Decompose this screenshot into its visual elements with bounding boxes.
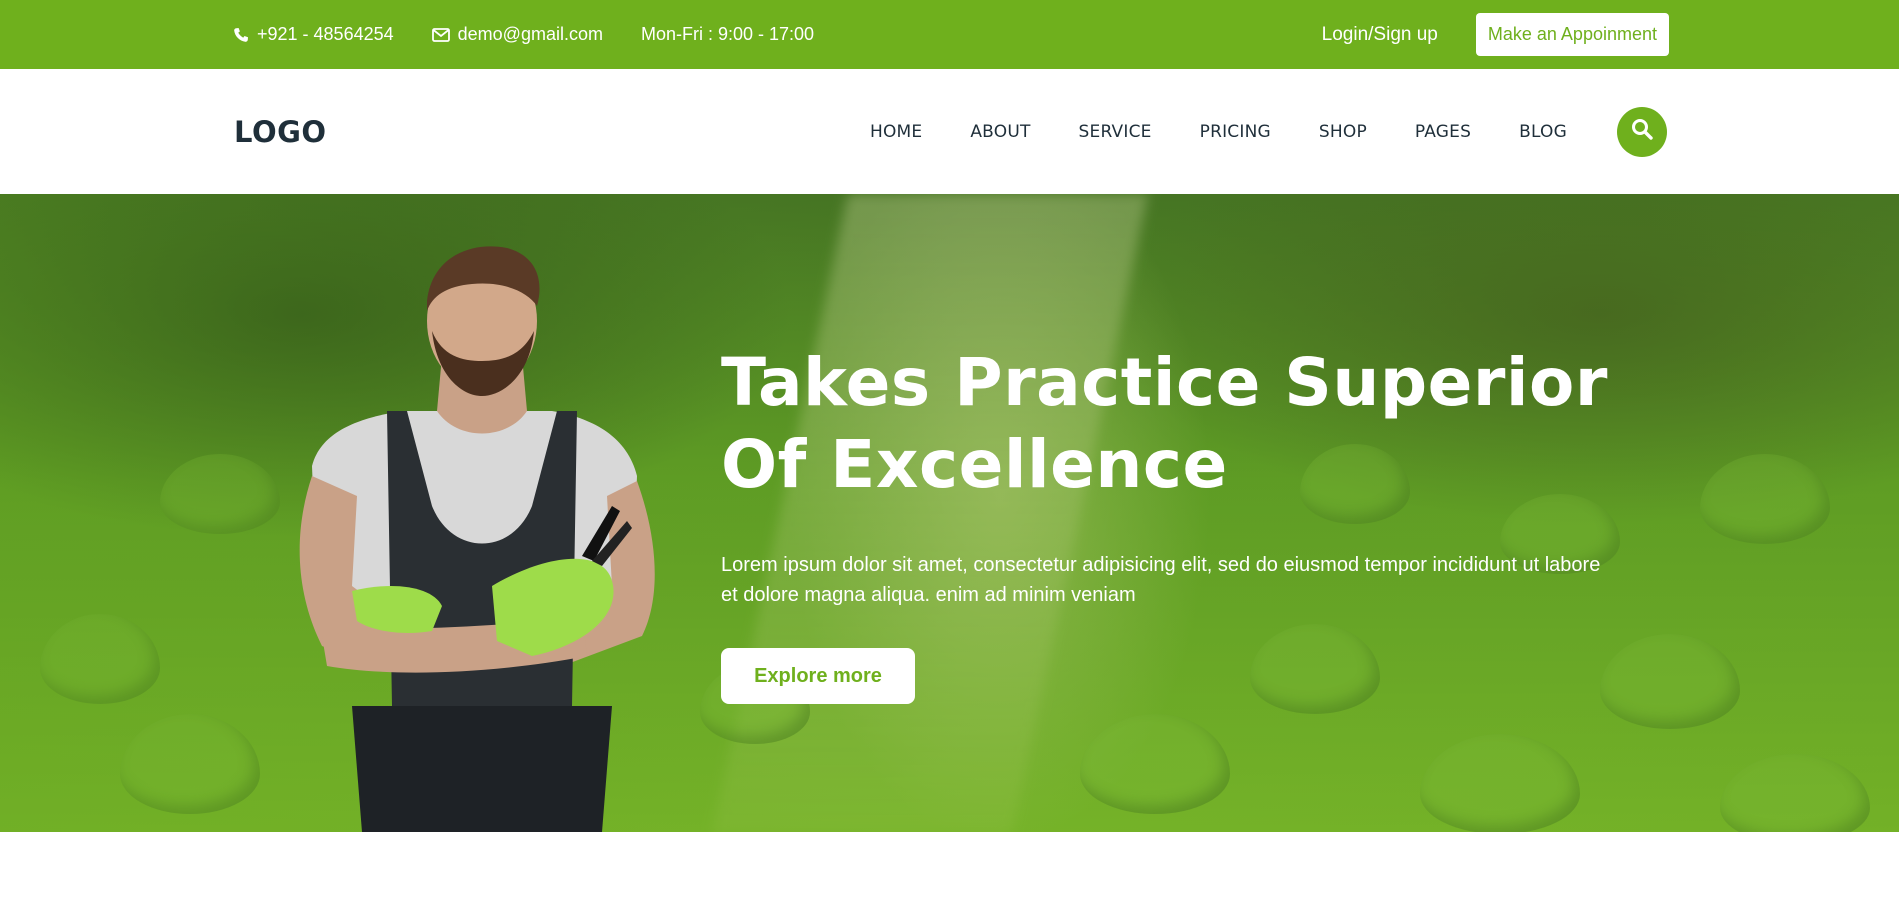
nav-item-service[interactable]: SERVICE — [1079, 122, 1152, 142]
page-bottom-spacer — [0, 832, 1899, 899]
make-appointment-button[interactable]: Make an Appoinment — [1475, 13, 1669, 56]
nav-right: HOME ABOUT SERVICE PRICING SHOP PAGES BL… — [870, 106, 1667, 157]
opening-hours: Mon-Fri : 9:00 - 17:00 — [641, 24, 814, 45]
contact-info: +921 - 48564254 demo@gmail.com Mon-Fri :… — [233, 24, 814, 45]
phone-contact[interactable]: +921 - 48564254 — [233, 24, 394, 45]
nav-item-pages[interactable]: PAGES — [1415, 122, 1471, 142]
nav-item-shop[interactable]: SHOP — [1319, 122, 1367, 142]
gardener-image — [299, 246, 655, 832]
nav-menu: HOME ABOUT SERVICE PRICING SHOP PAGES BL… — [870, 122, 1567, 142]
hero-title: Takes Practice Superior Of Excellence — [721, 342, 1681, 506]
envelope-icon — [431, 27, 450, 42]
hero-description: Lorem ipsum dolor sit amet, consectetur … — [721, 550, 1671, 610]
top-actions: Login/Sign up Make an Appoinment — [1322, 13, 1669, 56]
login-signup-link[interactable]: Login/Sign up — [1322, 24, 1438, 46]
explore-more-button[interactable]: Explore more — [721, 648, 915, 704]
nav-item-blog[interactable]: BLOG — [1519, 122, 1567, 142]
email-address: demo@gmail.com — [457, 24, 603, 44]
phone-icon — [233, 27, 249, 43]
hours-text: Mon-Fri : 9:00 - 17:00 — [640, 24, 815, 44]
hero-title-line-1: Takes Practice Superior — [721, 344, 1608, 421]
search-button[interactable] — [1617, 106, 1667, 157]
hero-description-line-2: et dolore magna aliqua. enim ad minim ve… — [721, 584, 1136, 606]
phone-number: +921 - 48564254 — [257, 24, 394, 44]
top-bar: +921 - 48564254 demo@gmail.com Mon-Fri :… — [0, 0, 1899, 69]
hero-description-line-1: Lorem ipsum dolor sit amet, consectetur … — [721, 554, 1601, 576]
site-logo[interactable]: LOGO — [234, 115, 327, 149]
email-contact[interactable]: demo@gmail.com — [431, 24, 603, 45]
search-icon — [1630, 117, 1654, 146]
hero-content: Takes Practice Superior Of Excellence Lo… — [721, 342, 1681, 704]
hero-title-line-2: Of Excellence — [721, 426, 1228, 503]
nav-item-pricing[interactable]: PRICING — [1200, 122, 1271, 142]
nav-item-home[interactable]: HOME — [870, 122, 922, 142]
nav-item-about[interactable]: ABOUT — [970, 122, 1030, 142]
hero-banner: Takes Practice Superior Of Excellence Lo… — [0, 194, 1899, 832]
main-navbar: LOGO HOME ABOUT SERVICE PRICING SHOP PAG… — [0, 69, 1899, 194]
